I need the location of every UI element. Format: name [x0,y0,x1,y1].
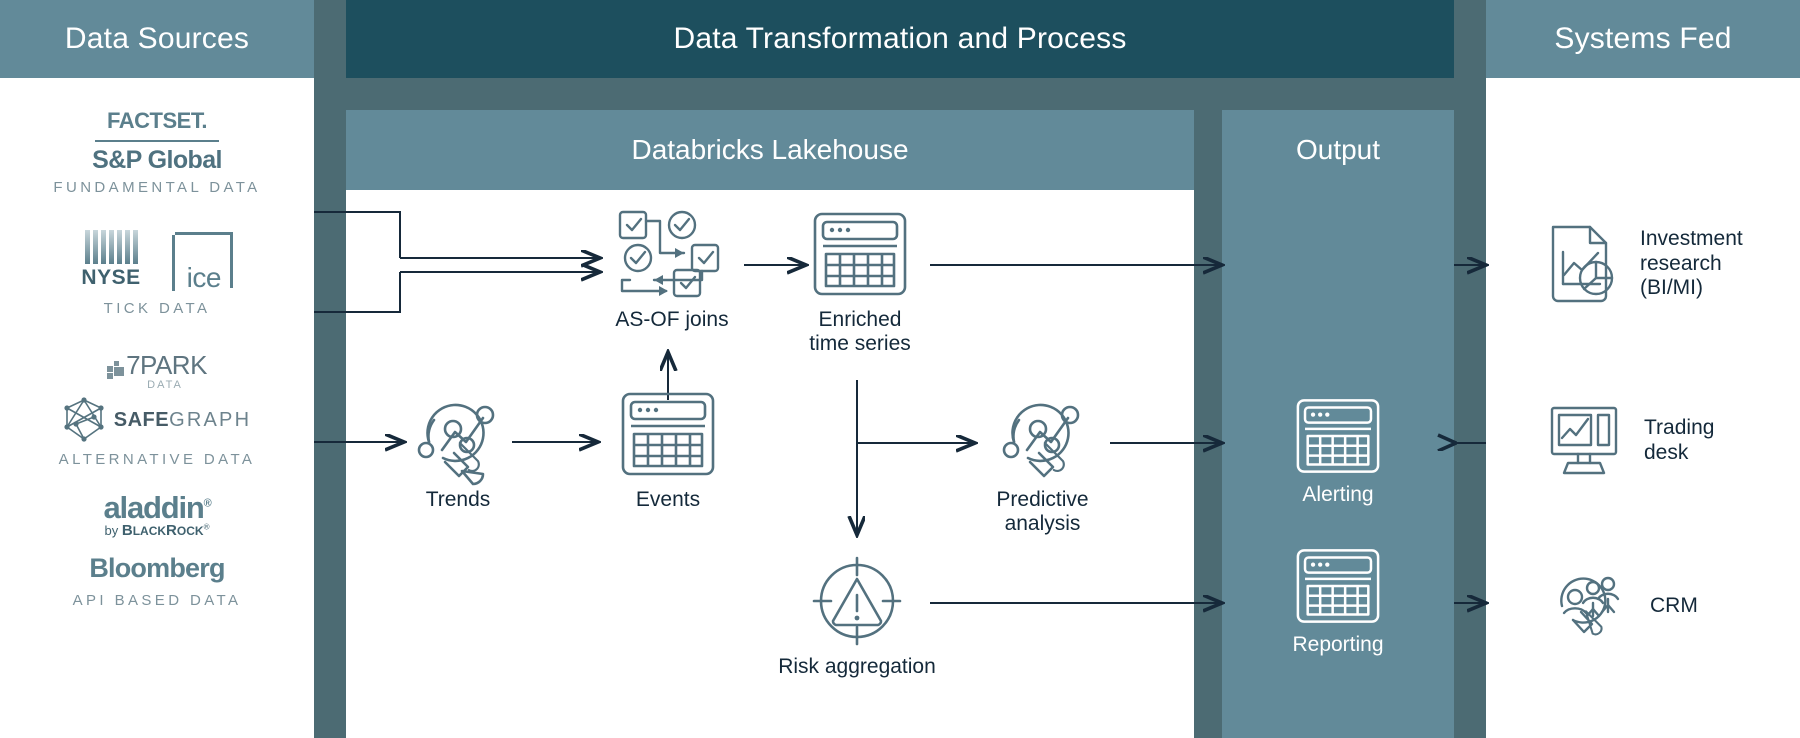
lakehouse-panel-header: Databricks Lakehouse [346,110,1194,190]
nyse-logo: NYSE [81,230,140,290]
safegraph-network-icon [64,397,104,442]
node-label-reporting: Reporting [1292,633,1384,656]
output-panel-header: Output [1295,134,1381,165]
node-predictive-analysis: Predictive analysis [975,388,1110,535]
magnifier-people-icon [1560,576,1620,636]
caption-fundamental-data: FUNDAMENTAL DATA [53,179,261,196]
system-label-crm: CRM [1650,593,1698,617]
node-label-as-of-joins: AS-OF joins [615,308,729,331]
monitor-chart-icon [1550,406,1618,475]
magnifier-network-icon [1002,403,1079,478]
magnifier-network-icon [417,403,495,486]
table-window-icon [1296,549,1380,623]
node-events: Events [598,388,738,512]
header-systems-fed: Systems Fed [1486,0,1800,78]
ice-wordmark: ice [184,262,223,294]
node-alerting: Alerting [1222,395,1454,507]
safegraph-logo: SAFEGRAPH [0,397,314,443]
node-label-events: Events [635,488,701,511]
architecture-diagram: Data Sources Data Transformation and Pro… [0,0,1800,738]
factset-logo: FACTSET [0,108,314,134]
sevenpark-logo: 7PARK DATA [0,350,314,391]
ice-bracket-icon [171,235,175,291]
node-risk-aggregation: Risk aggregation [767,555,947,679]
nyse-bars-icon [84,230,138,264]
node-enriched-time-series: Enriched time series [790,208,930,355]
nyse-wordmark: NYSE [81,266,141,289]
node-label-trends: Trends [425,488,491,511]
sevenpark-squares-icon [107,361,125,381]
system-trading-desk: Trading desk [1548,405,1714,477]
source-group-fundamental: FACTSET S&P Global FUNDAMENTAL DATA [0,108,314,196]
sp-global-logo: S&P Global [92,146,222,174]
node-label-alerting: Alerting [1302,483,1374,506]
node-trends: Trends [404,388,512,512]
caption-tick-data: TICK DATA [103,300,211,317]
checklist-flow-icon [618,210,720,298]
aladdin-logo: aladdin® [103,490,211,525]
aladdin-byline: by BLACKROCK® [104,522,210,539]
source-group-api: aladdin® by BLACKROCK® Bloomberg API BAS… [0,490,314,609]
node-as-of-joins: AS-OF joins [600,208,744,332]
table-window-icon [1296,399,1380,473]
caption-alternative-data: ALTERNATIVE DATA [58,451,256,468]
header-data-transformation: Data Transformation and Process [346,0,1454,78]
node-label-enriched-time-series: Enriched time series [809,308,911,355]
caption-api-based-data: API BASED DATA [72,592,242,609]
table-window-icon [813,212,907,296]
source-group-tick: NYSE ice TICK DATA [0,230,314,317]
system-label-trading-desk: Trading desk [1644,416,1715,464]
node-reporting: Reporting [1222,545,1454,657]
node-label-predictive-analysis: Predictive analysis [996,488,1089,535]
system-crm: CRM [1548,570,1698,642]
safegraph-wordmark: SAFEGRAPH [113,408,252,431]
ice-logo: ice [171,232,233,294]
system-label-investment-research: Investment research (BI/MI) [1640,226,1743,300]
header-data-sources: Data Sources [0,0,314,78]
target-warning-icon [812,556,902,646]
node-label-risk-aggregation: Risk aggregation [778,655,936,678]
source-group-alternative: 7PARK DATA SAFEGRAPH ALTERNATIVE DATA [0,350,314,468]
system-investment-research: Investment research (BI/MI) [1548,222,1743,306]
logo-divider [95,140,219,142]
sevenpark-wordmark: 7PARK [126,350,207,380]
sevenpark-sub: DATA [147,379,183,391]
document-chart-icon [1551,225,1614,303]
bloomberg-logo: Bloomberg [89,553,225,583]
table-window-icon [621,392,715,476]
